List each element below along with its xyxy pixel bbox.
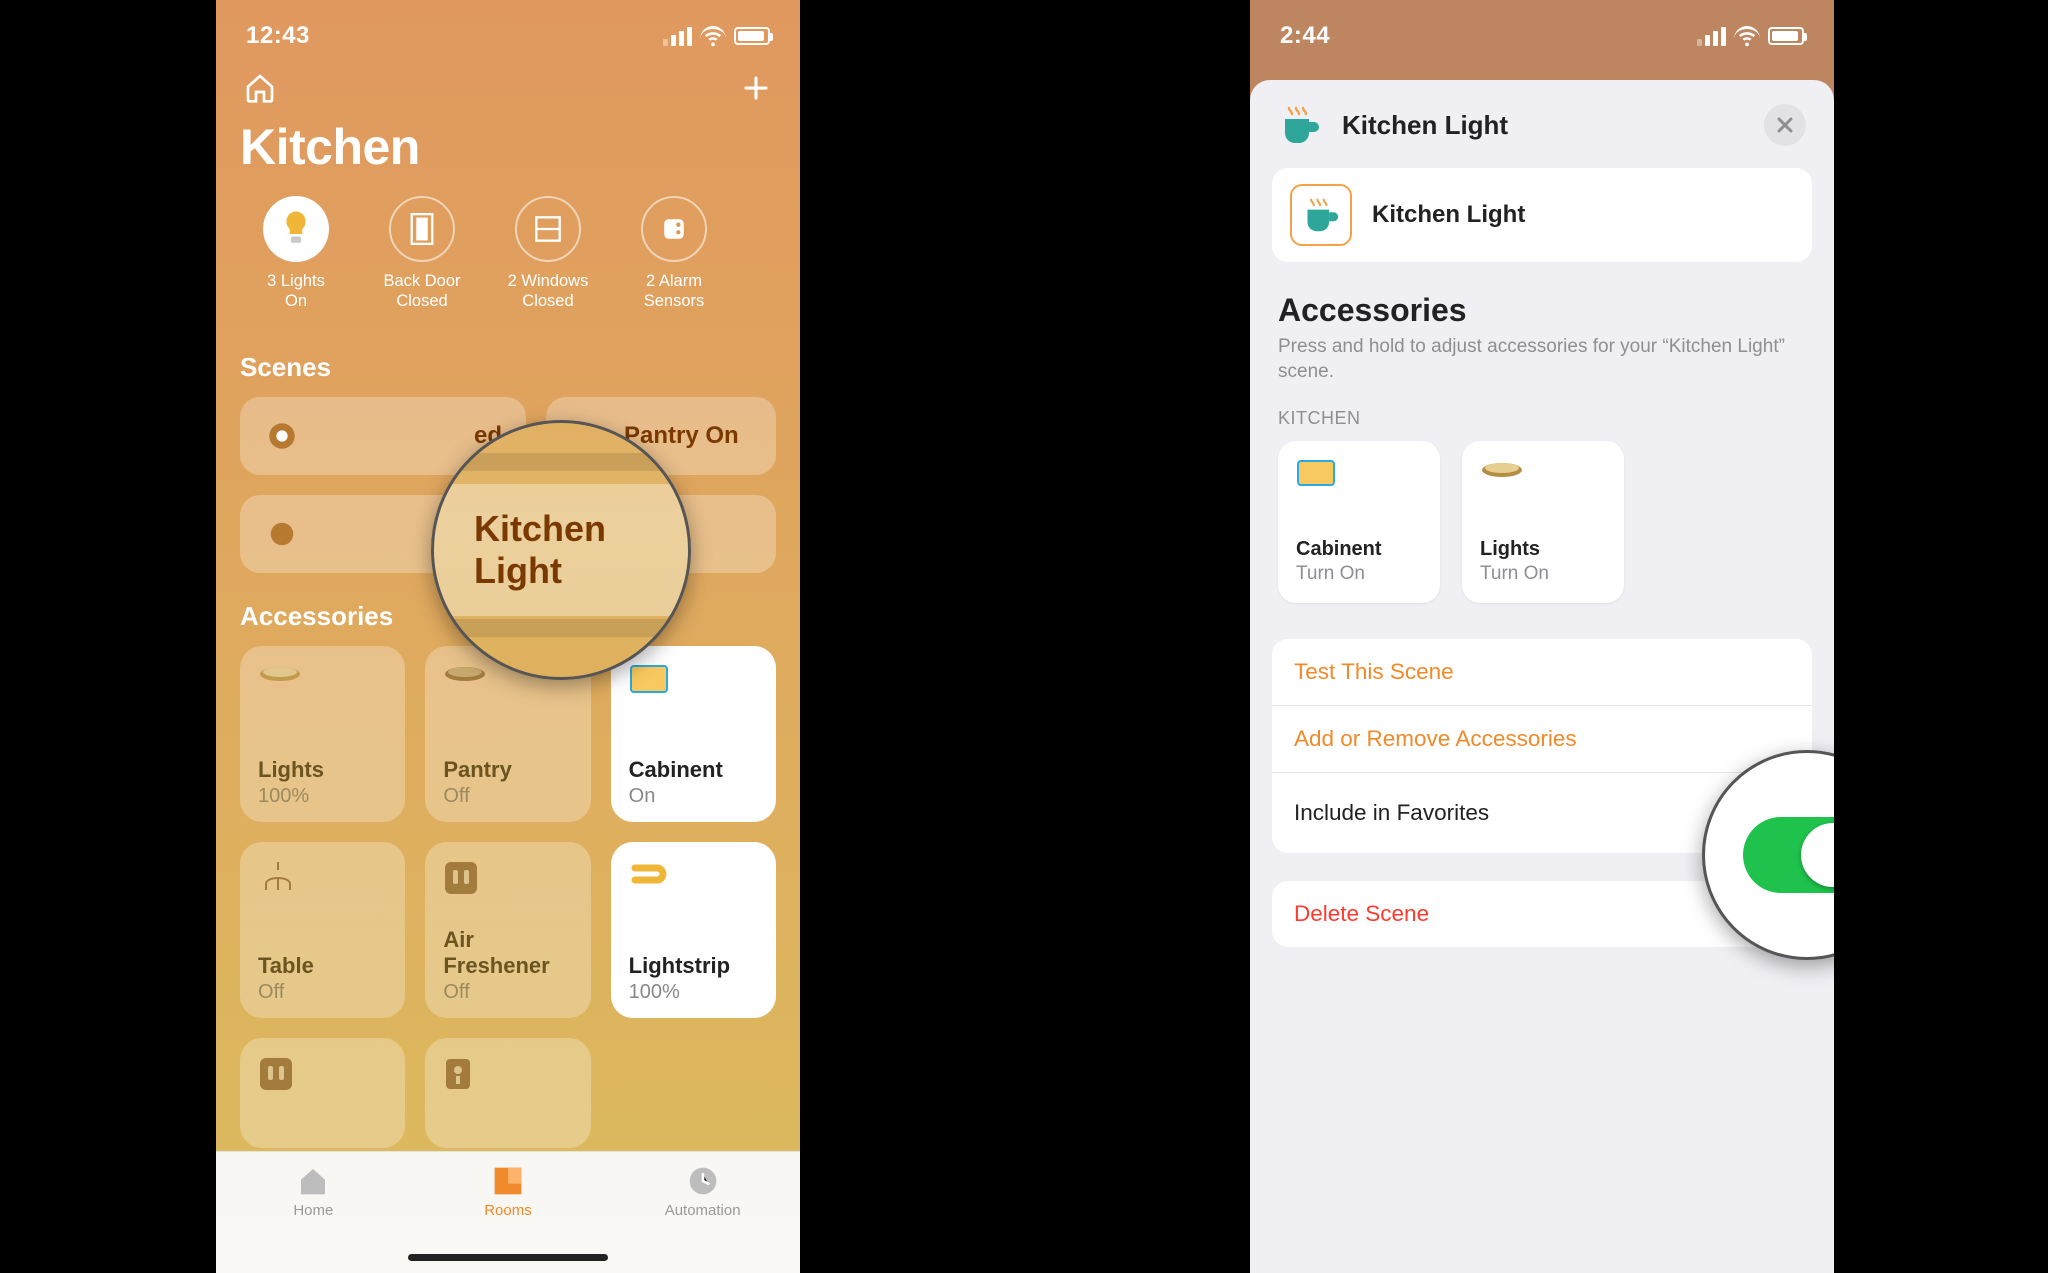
- scenes-header: Scenes: [216, 312, 800, 397]
- tile-table[interactable]: TableOff: [240, 842, 405, 1018]
- cabinet-light-icon: [629, 664, 673, 702]
- add-icon[interactable]: [736, 68, 776, 108]
- magnified-scene-label: Kitchen Light: [434, 484, 688, 616]
- cell-signal-icon: [1697, 27, 1726, 46]
- magnified-toggle-icon: [1743, 817, 1834, 893]
- tile-cabinent[interactable]: CabinentOn: [611, 646, 776, 822]
- target-icon: [264, 418, 300, 454]
- status-time: 12:43: [246, 22, 310, 50]
- outlet-icon: [443, 860, 487, 898]
- battery-icon: [1768, 27, 1804, 45]
- quick-alarm[interactable]: 2 AlarmSensors: [616, 196, 732, 312]
- room-header: Kitchen: [216, 60, 800, 176]
- wifi-icon: [1734, 26, 1760, 46]
- cell-signal-icon: [663, 27, 692, 46]
- home-indicator[interactable]: [408, 1254, 608, 1261]
- accessory-cabinent[interactable]: CabinentTurn On: [1278, 441, 1440, 603]
- coffee-cup-icon: [1290, 184, 1352, 246]
- rooms-icon: [491, 1164, 525, 1198]
- scene-sheet: Kitchen Light Kitchen Light Accessories …: [1250, 80, 1834, 1273]
- lightstrip-icon: [629, 860, 673, 898]
- room-quick-status: 3 LightsOn Back DoorClosed 2 WindowsClos…: [216, 176, 800, 312]
- accessories-heading: Accessories: [1250, 292, 1834, 335]
- status-icons: [663, 26, 770, 46]
- test-scene-button[interactable]: Test This Scene: [1272, 639, 1812, 706]
- scene-name: Kitchen Light: [1372, 201, 1525, 229]
- magnifier-scene: Kitchen Light: [431, 420, 691, 680]
- phone-kitchen: 12:43 Kitchen 3 LightsOn Back DoorClosed: [216, 0, 800, 1273]
- quick-lights[interactable]: 3 LightsOn: [238, 196, 354, 312]
- scene-pantry-label: Pantry On: [624, 422, 739, 450]
- recessed-light-icon: [443, 664, 487, 702]
- quick-windows[interactable]: 2 WindowsClosed: [490, 196, 606, 312]
- phone-scene-detail: 2:44 Kitchen Light Kitchen Light Accesso…: [1250, 0, 1834, 1273]
- tile-lights[interactable]: Lights100%: [240, 646, 405, 822]
- recessed-light-icon: [258, 664, 302, 702]
- coffee-cup-icon: [1278, 105, 1322, 145]
- status-icons: [1697, 26, 1804, 46]
- tab-rooms[interactable]: Rooms: [428, 1164, 588, 1219]
- clock-icon: [686, 1164, 720, 1198]
- scene-name-card[interactable]: Kitchen Light: [1272, 168, 1812, 262]
- include-favorites-label: Include in Favorites: [1294, 800, 1489, 826]
- tab-automation[interactable]: Automation: [623, 1164, 783, 1219]
- cabinet-light-icon: [1296, 459, 1340, 493]
- tile-air-freshener[interactable]: Air FreshenerOff: [425, 842, 590, 1018]
- wifi-icon: [700, 26, 726, 46]
- lock-icon: [443, 1056, 487, 1094]
- tab-bar: Home Rooms Automation: [216, 1151, 800, 1273]
- recessed-light-icon: [1480, 459, 1524, 493]
- sensor-icon: [641, 196, 707, 262]
- tab-home[interactable]: Home: [233, 1164, 393, 1219]
- status-bar: 2:44: [1250, 0, 1834, 60]
- group-kitchen-label: KITCHEN: [1250, 408, 1834, 441]
- sheet-title: Kitchen Light: [1342, 110, 1764, 141]
- window-icon: [515, 196, 581, 262]
- accessory-lights[interactable]: LightsTurn On: [1462, 441, 1624, 603]
- door-icon: [389, 196, 455, 262]
- tile-extra-outlet[interactable]: [240, 1038, 405, 1148]
- room-title: Kitchen: [240, 118, 776, 176]
- tile-lightstrip[interactable]: Lightstrip100%: [611, 842, 776, 1018]
- outlet-icon: [258, 1056, 302, 1094]
- scene-icon: [264, 516, 300, 552]
- tile-extra-lock[interactable]: [425, 1038, 590, 1148]
- home-icon: [296, 1164, 330, 1198]
- status-time: 2:44: [1280, 22, 1330, 50]
- add-remove-accessories-button[interactable]: Add or Remove Accessories: [1272, 706, 1812, 773]
- close-button[interactable]: [1764, 104, 1806, 146]
- accessories-subtext: Press and hold to adjust accessories for…: [1250, 335, 1834, 408]
- battery-icon: [734, 27, 770, 45]
- bulb-icon: [263, 196, 329, 262]
- quick-back-door[interactable]: Back DoorClosed: [364, 196, 480, 312]
- chandelier-icon: [258, 860, 302, 898]
- back-home-icon[interactable]: [240, 68, 280, 108]
- status-bar: 12:43: [216, 0, 800, 60]
